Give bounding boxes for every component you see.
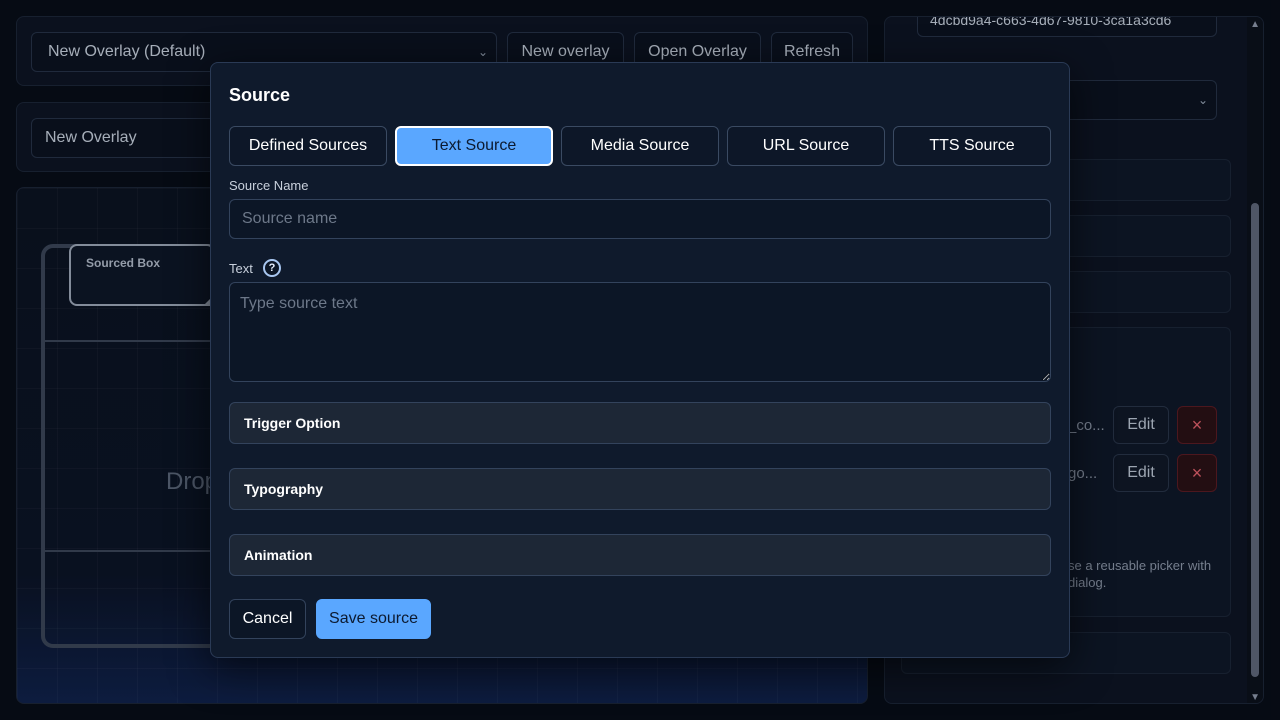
- help-symbol: ?: [268, 262, 276, 274]
- save-label: Save source: [329, 610, 418, 627]
- trigger-option-section[interactable]: Trigger Option: [229, 402, 1051, 444]
- tab-url-source[interactable]: URL Source: [727, 126, 885, 166]
- animation-section[interactable]: Animation: [229, 534, 1051, 576]
- cancel-label: Cancel: [242, 610, 293, 627]
- tab-defined-sources[interactable]: Defined Sources: [229, 126, 387, 166]
- tab-label: Defined Sources: [248, 137, 368, 154]
- source-dialog: Source Defined Sources Text Source Media…: [210, 62, 1070, 658]
- tab-media-source[interactable]: Media Source: [561, 126, 719, 166]
- typography-section[interactable]: Typography: [229, 468, 1051, 510]
- source-name-label: Source Name: [229, 178, 309, 193]
- help-icon[interactable]: ?: [263, 259, 281, 277]
- tab-text-source[interactable]: Text Source: [395, 126, 553, 166]
- tab-label: URL Source: [762, 137, 850, 154]
- save-source-button[interactable]: Save source: [316, 599, 431, 639]
- cancel-button[interactable]: Cancel: [229, 599, 306, 639]
- section-label: Animation: [244, 547, 313, 563]
- text-label: Text: [229, 261, 253, 276]
- dialog-title: Source: [229, 85, 291, 105]
- source-name-input[interactable]: [229, 199, 1051, 239]
- tab-tts-source[interactable]: TTS Source: [893, 126, 1051, 166]
- section-label: Typography: [244, 481, 324, 497]
- tab-label: Text Source: [431, 137, 517, 154]
- tab-label: Media Source: [590, 137, 690, 154]
- source-text-input[interactable]: [229, 282, 1051, 382]
- section-label: Trigger Option: [244, 415, 341, 431]
- tab-label: TTS Source: [929, 137, 1015, 154]
